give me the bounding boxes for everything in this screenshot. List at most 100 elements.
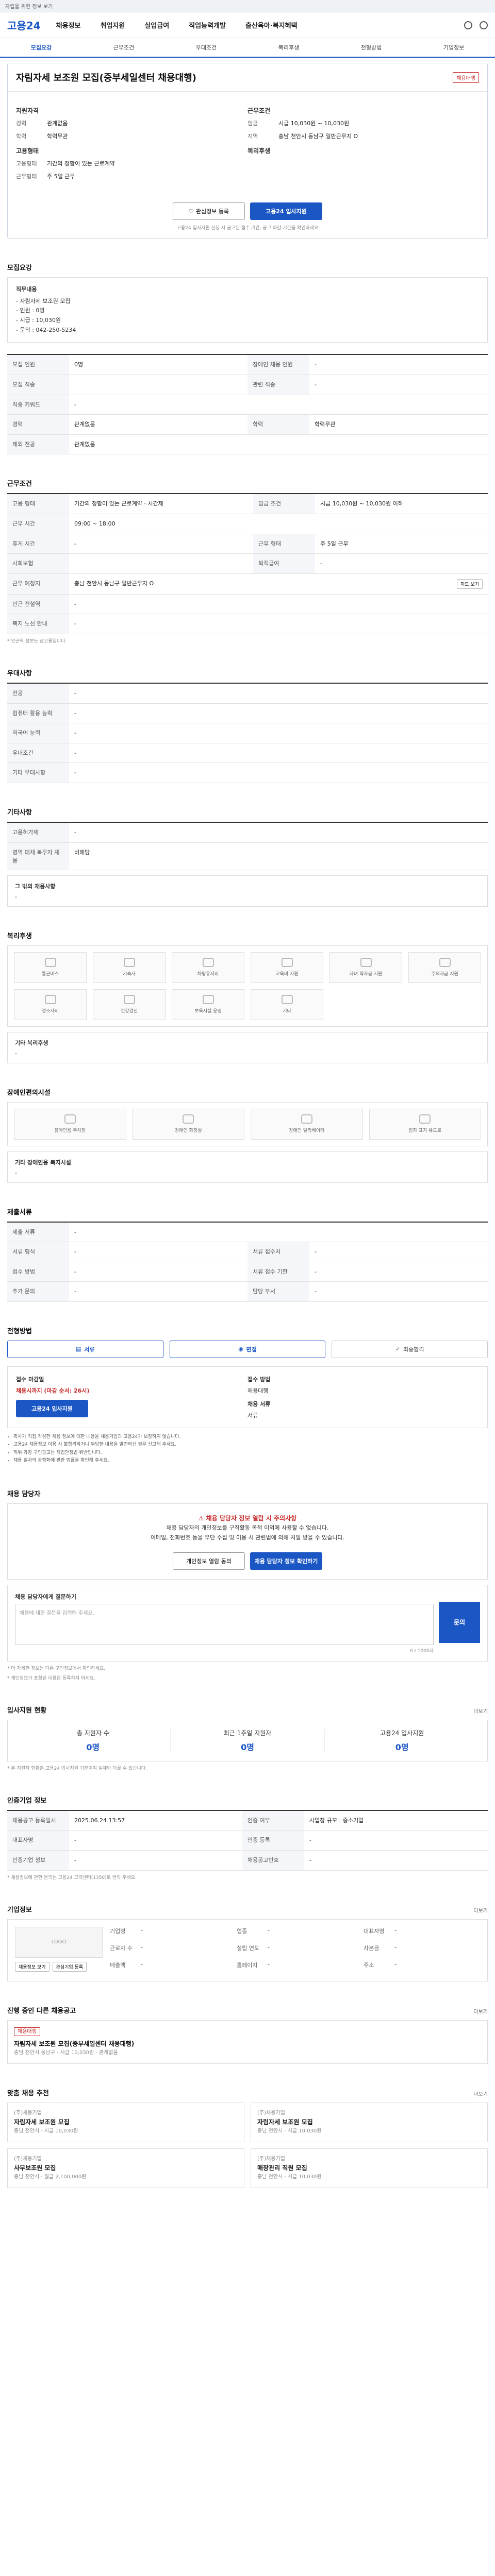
stats-more-link[interactable]: 더보기 (473, 1707, 488, 1715)
recommend-card[interactable]: (주)채용기업 사무보조원 모집 충남 천안시 · 월급 2,100,000원 (7, 2148, 244, 2189)
company-more-link[interactable]: 더보기 (473, 1906, 488, 1914)
table-value: - (69, 1850, 242, 1871)
menu-icon[interactable] (480, 21, 488, 29)
table-key: 인증기업 정보 (7, 1850, 69, 1871)
summary-key: 근무형태 (16, 173, 37, 180)
apply-button-bottom[interactable]: 고용24 입사지원 (16, 1399, 88, 1417)
consent-button[interactable]: 개인정보 열람 동의 (173, 1552, 245, 1570)
recommend-more-link[interactable]: 더보기 (473, 2090, 488, 2097)
table-row: 근무 시간 09:00 ~ 18:00 (7, 514, 488, 534)
table-value: - (309, 375, 488, 395)
search-icon[interactable] (464, 21, 472, 29)
duty-line: - 인원 : 0명 (16, 307, 45, 314)
site-logo[interactable]: 고용24 (7, 18, 41, 32)
company-box: LOGO 채용정보 보기 관심기업 등록 기업명 - 업종 - 대표자명 - 근로자 … (7, 1919, 488, 1981)
gnb-item-welfare[interactable]: 출산육아·복지혜택 (245, 20, 298, 30)
recommend-meta: 충남 천안시 · 시급 10,030원 (14, 2128, 78, 2134)
agency-badge: 채용대행 (453, 72, 479, 83)
company-section: 기업정보 더보기 LOGO 채용정보 보기 관심기업 등록 기업명 - 업종 - 대표… (7, 1904, 488, 1981)
gnb-item-support[interactable]: 취업지원 (100, 20, 125, 30)
manager-title: 채용 담당자 (7, 1490, 41, 1499)
apply-deadline-label: 접수 마감일 (16, 1376, 44, 1383)
tab-recruit[interactable]: 모집요강 (0, 43, 82, 57)
table-key: 컴퓨터 활용 능력 (7, 703, 69, 724)
table-row: 전공 - (7, 683, 488, 704)
recruit-section: 모집요강 직무내용 - 자림자세 보조원 모집 - 인원 : 0명 - 시급 :… (7, 262, 488, 455)
inquiry-submit-button[interactable]: 문의 (439, 1601, 480, 1643)
job-summary-card: 자림자세 보조원 모집(중부세일센터 채용대행) 채용대행 지원자격 경력 관계없… (7, 63, 488, 239)
company-jobs-button[interactable]: 채용정보 보기 (15, 1961, 50, 1972)
recommend-card[interactable]: (주)채용기업 매장관리 직원 모집 충남 천안시 · 시급 10,030원 (251, 2148, 488, 2189)
summary-value: 관계없음 (47, 120, 68, 127)
table-value: - (69, 743, 488, 764)
map-button[interactable]: 지도 보기 (457, 579, 483, 589)
recommend-card[interactable]: (주)채용기업 자림자세 보조원 모집 충남 천안시 · 시급 10,030원 (7, 2102, 244, 2143)
table-key: 모집 직종 (7, 375, 69, 395)
bullet-item: 회사가 직접 작성한 채용 정보에 대한 내용을 채용기업과 고용24가 보장하… (13, 1433, 488, 1441)
stat-label: 최근 1주일 지원자 (223, 1729, 272, 1737)
table-value: 충남 천안시 동남구 일반근무지 O 지도 보기 (69, 573, 488, 595)
scrap-button[interactable]: ♡ 관심정보 등록 (173, 202, 245, 220)
follow-company-button[interactable]: 관심기업 등록 (52, 1961, 87, 1972)
table-value: 관계없음 (69, 434, 488, 455)
process-step-label: 면접 (246, 1346, 257, 1353)
gnb-item-jobs[interactable]: 채용정보 (56, 20, 81, 30)
top-strip: 자립을 위한 정보 보기 (0, 0, 495, 12)
table-value: - (309, 1262, 488, 1282)
work-location: 충남 천안시 동남구 일반근무지 O (74, 580, 154, 587)
pref-title: 우대사항 (7, 669, 32, 677)
welfare-card: 기타 (251, 989, 323, 1020)
ongoing-more-link[interactable]: 더보기 (473, 2007, 488, 2015)
tab-work[interactable]: 근무조건 (82, 43, 165, 57)
company-value: - (394, 1943, 397, 1951)
company-info-grid: 기업명 - 업종 - 대표자명 - 근로자 수- 설립 연도 - 자본금 - 매출액 - 홈… (110, 1927, 480, 1974)
process-section: 전형방법 ▤ 서류 ◉ 면접 ✓ 최종합격 접수 마감일 채용시까지 (마감 순서: … (7, 1326, 488, 1465)
tab-welfare[interactable]: 복리후생 (248, 43, 330, 57)
table-key: 모집 인원 (7, 354, 69, 376)
apply-button[interactable]: 고용24 입사지원 (250, 202, 322, 220)
check-icon: ✓ (395, 1346, 401, 1353)
stat-item: 총 지원자 수 0명 (16, 1728, 171, 1753)
gnb-item-training[interactable]: 직업능력개발 (189, 20, 226, 30)
tab-pref[interactable]: 우대조건 (165, 43, 248, 57)
tab-company[interactable]: 기업정보 (412, 43, 495, 57)
misc-title: 기타사항 (7, 808, 32, 817)
dormitory-icon (123, 958, 135, 968)
inquiry-textarea[interactable]: 채용에 대한 질문을 입력해 주세요. (15, 1603, 434, 1645)
table-row: 경력 관계없음 학력 학력무관 (7, 414, 488, 435)
table-value: - (304, 1850, 488, 1871)
table-key: 근무 형태 (253, 534, 315, 554)
welfare-label: 자녀 학자금 지원 (349, 972, 383, 977)
warning-icon: ⚠ (198, 1515, 206, 1522)
table-key: 고용허가제 (7, 822, 69, 843)
table-key: 학력 (248, 414, 309, 435)
welfare-card: 기숙사 (93, 952, 166, 983)
table-row: 대표자명 - 인증 등록 - (7, 1830, 488, 1851)
recommend-card[interactable]: (주)채용기업 자림자세 보조원 모집 충남 천안시 · 시급 10,030원 (251, 2102, 488, 2143)
table-row: 인증기업 정보 - 채용공고번호 - (7, 1850, 488, 1871)
table-row: 컴퓨터 활용 능력 - (7, 703, 488, 724)
scrap-button-label: 관심정보 등록 (195, 208, 229, 215)
tab-process[interactable]: 전형방법 (330, 43, 412, 57)
inquiry-count: 0 / 1000자 (410, 1648, 434, 1654)
work-note: * 인근역 정보는 참고용입니다. (7, 638, 67, 644)
table-value: - (69, 1830, 242, 1851)
table-key: 기타 우대사항 (7, 762, 69, 783)
parking-icon (64, 1114, 76, 1124)
company-key: 주소 (364, 1961, 374, 1969)
company-value: - (141, 1943, 143, 1951)
company-value: - (268, 1960, 270, 1968)
gnb-item-benefit[interactable]: 실업급여 (144, 20, 169, 30)
table-key: 근무 예정지 (7, 573, 69, 595)
show-manager-button[interactable]: 채용 담당자 정보 확인하기 (250, 1552, 322, 1570)
stat-value: 0명 (241, 1742, 254, 1752)
recommend-title: 맞춤 채용 추천 (7, 2089, 49, 2097)
table-key: 퇴직급여 (253, 553, 315, 574)
ongoing-job-card[interactable]: 채용대행 자림자세 보조원 모집(중부세일센터 채용대행) 충남 천안시 동남구… (7, 2020, 488, 2064)
company-key: 대표자명 (364, 1927, 385, 1935)
table-value: - (69, 683, 488, 704)
company-value: - (141, 1960, 143, 1968)
table-value: 관계없음 (69, 414, 248, 435)
table-key: 접수 방법 (7, 1262, 69, 1282)
prep-table: 제출 서류 - 서류 형식 - 서류 접수처 - 접수 방법 - 서류 접수 기한 - 추가 … (7, 1221, 488, 1302)
